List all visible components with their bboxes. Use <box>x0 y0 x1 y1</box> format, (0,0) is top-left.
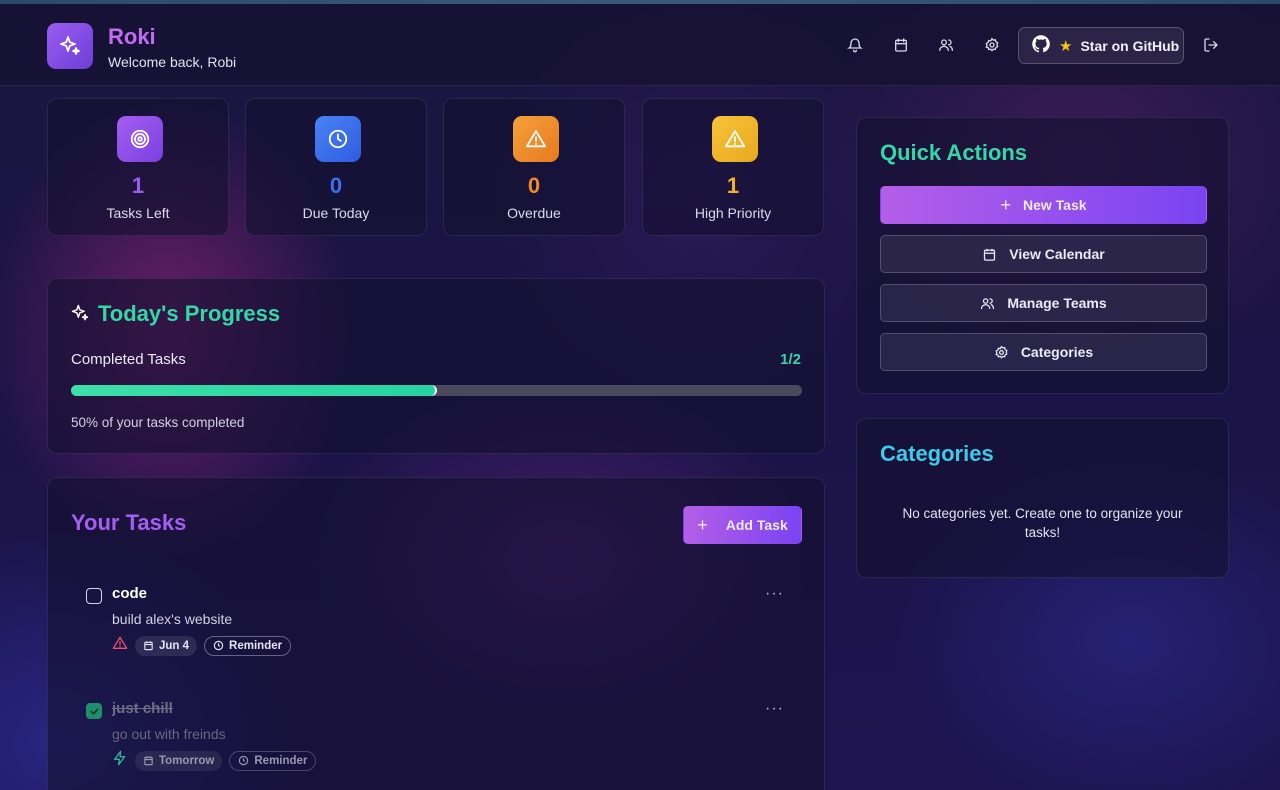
app-header: Roki Welcome back, Robi ★ Star on GitHub <box>0 4 1280 86</box>
progress-caption: 50% of your tasks completed <box>71 415 245 430</box>
sparkles-logo-icon <box>47 23 93 69</box>
stat-value: 0 <box>527 173 541 198</box>
categories-title: Categories <box>880 441 994 466</box>
stat-card-high-priority: 1 High Priority <box>642 98 824 236</box>
task-checkbox[interactable] <box>86 588 102 604</box>
task-description: build alex's website <box>112 611 233 627</box>
zap-icon <box>112 750 128 771</box>
tasks-card: Your Tasks + Add Task code build alex's … <box>47 477 825 790</box>
view-calendar-button[interactable]: View Calendar <box>880 235 1207 273</box>
stat-value: 0 <box>329 173 343 198</box>
calendar-icon <box>144 756 153 766</box>
progress-bar-fill <box>71 385 437 396</box>
stat-card-due-today: 0 Due Today <box>245 98 427 236</box>
task-date-badge: Jun 4 <box>135 635 198 656</box>
more-options-icon[interactable]: ··· <box>765 700 784 718</box>
github-icon <box>1031 34 1051 57</box>
stat-value: 1 <box>726 173 740 198</box>
stat-label: Overdue <box>507 205 561 221</box>
task-title: code <box>112 585 148 602</box>
clock-icon <box>315 116 361 162</box>
stat-card-tasks-left: 1 Tasks Left <box>47 98 229 236</box>
categories-empty-text: No categories yet. Create one to organiz… <box>902 506 1183 540</box>
bell-icon[interactable] <box>845 35 865 55</box>
warning-icon <box>112 635 128 656</box>
calendar-icon <box>984 248 996 261</box>
calendar-icon <box>144 641 153 651</box>
calendar-icon[interactable] <box>891 35 911 55</box>
stat-label: Due Today <box>302 205 370 221</box>
stat-value: 1 <box>131 173 145 198</box>
stat-label: High Priority <box>694 205 772 221</box>
star-icon: ★ <box>1059 37 1073 55</box>
task-checkbox[interactable] <box>86 703 102 719</box>
stat-card-overdue: 0 Overdue <box>443 98 625 236</box>
github-star-button[interactable]: ★ Star on GitHub <box>1018 27 1184 64</box>
github-star-label: Star on GitHub <box>1080 37 1180 54</box>
users-icon[interactable] <box>936 35 956 55</box>
new-task-button[interactable]: + New Task <box>880 186 1207 224</box>
task-reminder-badge: Reminder <box>204 635 292 656</box>
progress-title: Today's Progress <box>98 301 281 326</box>
window-top-bar <box>0 0 1280 4</box>
categories-button[interactable]: Categories <box>880 333 1207 371</box>
warning-icon <box>513 116 559 162</box>
settings-icon[interactable] <box>982 35 1002 55</box>
stat-label: Tasks Left <box>106 205 170 221</box>
categories-card: Categories No categories yet. Create one… <box>856 418 1229 578</box>
logout-icon[interactable] <box>1201 35 1221 55</box>
add-task-label: Add Task <box>725 517 788 533</box>
quick-actions-title: Quick Actions <box>880 140 1028 165</box>
progress-label: Completed Tasks <box>71 351 186 368</box>
app-name: Roki <box>108 24 156 49</box>
target-icon <box>117 116 163 162</box>
progress-count: 1/2 <box>780 351 801 368</box>
clock-icon <box>213 640 224 651</box>
clock-icon <box>239 755 249 766</box>
welcome-text: Welcome back, Robi <box>108 54 237 70</box>
add-task-button[interactable]: + Add Task <box>683 506 802 544</box>
plus-icon: + <box>1000 194 1011 215</box>
task-title: just chill <box>112 700 173 717</box>
task-reminder-badge: Reminder <box>229 750 317 771</box>
quick-actions-card: Quick Actions + New Task View Calendar M… <box>856 117 1229 394</box>
progress-card: Today's Progress Completed Tasks 1/2 50%… <box>47 278 825 454</box>
sparkles-icon <box>70 303 90 328</box>
more-options-icon[interactable]: ··· <box>765 585 784 603</box>
manage-teams-button[interactable]: Manage Teams <box>880 284 1207 322</box>
users-icon <box>981 297 995 309</box>
task-date-badge: Tomorrow <box>135 750 223 771</box>
tasks-title: Your Tasks <box>71 510 187 535</box>
task-description: go out with freinds <box>112 726 226 742</box>
settings-icon <box>995 345 1008 359</box>
warning-icon <box>712 116 758 162</box>
plus-icon: + <box>697 514 708 535</box>
progress-bar <box>71 385 802 396</box>
